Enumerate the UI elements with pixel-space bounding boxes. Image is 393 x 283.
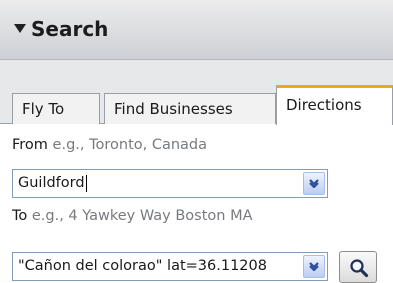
to-value: "Cañon del colorao" lat=36.11208 xyxy=(18,258,267,274)
search-tabs: Fly To Find Businesses Directions xyxy=(0,83,393,125)
from-field[interactable]: Guildford xyxy=(18,170,87,197)
tab-fly-to[interactable]: Fly To xyxy=(12,93,100,124)
to-hint: e.g., 4 Yawkey Way Boston MA xyxy=(27,208,253,224)
to-label: To xyxy=(12,208,28,224)
tab-directions[interactable]: Directions xyxy=(276,85,393,125)
search-button[interactable] xyxy=(339,251,377,283)
from-label: From xyxy=(12,137,48,153)
collapse-triangle-icon[interactable] xyxy=(14,24,26,33)
from-dropdown-button[interactable] xyxy=(303,172,325,195)
magnifier-icon xyxy=(350,259,369,278)
to-field[interactable]: "Cañon del colorao" lat=36.11208 xyxy=(18,253,300,280)
to-combobox[interactable]: "Cañon del colorao" lat=36.11208 xyxy=(12,252,328,281)
chevron-down-icon xyxy=(309,262,319,271)
panel-spacer xyxy=(0,60,393,83)
to-dropdown-button[interactable] xyxy=(303,255,325,278)
panel-title: Search xyxy=(31,17,109,41)
chevron-down-icon xyxy=(309,179,319,188)
text-cursor xyxy=(85,174,87,192)
from-hint: e.g., Toronto, Canada xyxy=(47,137,208,153)
tab-label: Find Businesses xyxy=(114,100,233,118)
from-label-row: From e.g., Toronto, Canada xyxy=(12,135,207,155)
from-combobox[interactable]: Guildford xyxy=(12,169,328,198)
tab-find-businesses[interactable]: Find Businesses xyxy=(104,93,276,124)
from-value: Guildford xyxy=(18,175,85,191)
to-label-row: To e.g., 4 Yawkey Way Boston MA xyxy=(12,206,253,226)
tab-label: Fly To xyxy=(22,100,65,118)
search-panel-header[interactable]: Search xyxy=(0,0,393,60)
tab-label: Directions xyxy=(286,96,362,114)
